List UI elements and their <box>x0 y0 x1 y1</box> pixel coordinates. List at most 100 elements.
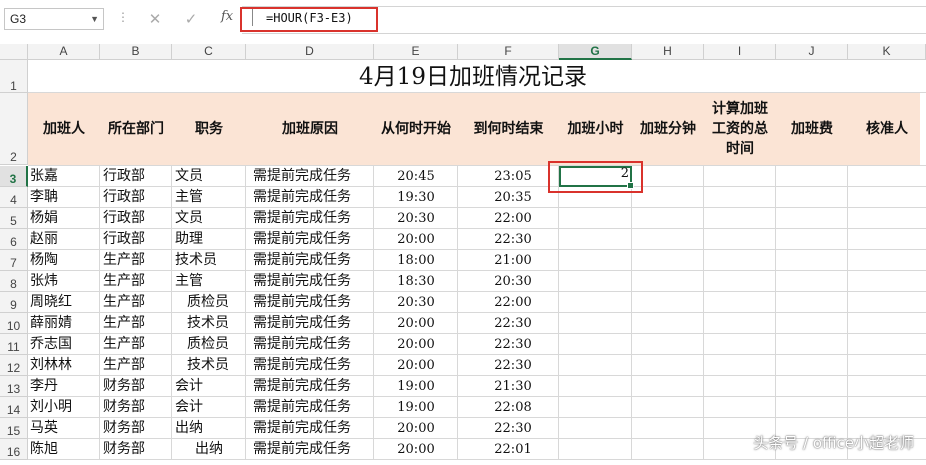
row-header-12[interactable]: 12 <box>0 355 28 376</box>
cell-end-time[interactable]: 22:01 <box>471 439 555 460</box>
cell-name[interactable]: 周晓红 <box>30 292 72 313</box>
row-header-14[interactable]: 14 <box>0 397 28 418</box>
cell-title[interactable]: 主管 <box>175 187 203 208</box>
cell-start-time[interactable]: 20:00 <box>374 313 458 334</box>
cell-name[interactable]: 赵丽 <box>30 229 58 250</box>
cell-reason[interactable]: 需提前完成任务 <box>253 334 351 355</box>
column-header-j[interactable]: J <box>776 44 848 60</box>
cell-name[interactable]: 乔志国 <box>30 334 72 355</box>
row-header-6[interactable]: 6 <box>0 229 28 250</box>
cell-reason[interactable]: 需提前完成任务 <box>253 355 351 376</box>
header-cell-c[interactable]: 职务 <box>172 93 246 165</box>
cell-end-time[interactable]: 22:30 <box>471 334 555 355</box>
cell-name[interactable]: 刘小明 <box>30 397 72 418</box>
cell-start-time[interactable]: 20:00 <box>374 355 458 376</box>
cell-title[interactable]: 出纳 <box>195 439 223 460</box>
cell-start-time[interactable]: 19:00 <box>374 397 458 418</box>
cell-start-time[interactable]: 20:00 <box>374 439 458 460</box>
name-box-dropdown-icon[interactable]: ▼ <box>90 9 99 29</box>
cell-title[interactable]: 质检员 <box>187 292 229 313</box>
header-cell-g[interactable]: 加班小时 <box>559 93 632 165</box>
cell-name[interactable]: 杨娟 <box>30 208 58 229</box>
column-header-b[interactable]: B <box>100 44 172 60</box>
row-header-2[interactable]: 2 <box>0 93 28 165</box>
cell-name[interactable]: 马英 <box>30 418 58 439</box>
column-header-c[interactable]: C <box>172 44 246 60</box>
cell-start-time[interactable]: 20:00 <box>374 418 458 439</box>
row-header-3[interactable]: 3 <box>0 166 28 187</box>
row-header-5[interactable]: 5 <box>0 208 28 229</box>
row-header-16[interactable]: 16 <box>0 439 28 460</box>
cell-name[interactable]: 李聃 <box>30 187 58 208</box>
cell-dept[interactable]: 行政部 <box>103 187 145 208</box>
cell-title[interactable]: 文员 <box>175 208 203 229</box>
cell-dept[interactable]: 财务部 <box>103 439 145 460</box>
cell-end-time[interactable]: 23:05 <box>471 166 555 187</box>
cell-end-time[interactable]: 22:08 <box>471 397 555 418</box>
cell-dept[interactable]: 生产部 <box>103 334 145 355</box>
cell-reason[interactable]: 需提前完成任务 <box>253 250 351 271</box>
cell-start-time[interactable]: 20:00 <box>374 229 458 250</box>
cell-name[interactable]: 陈旭 <box>30 439 58 460</box>
cell-start-time[interactable]: 18:00 <box>374 250 458 271</box>
cell-reason[interactable]: 需提前完成任务 <box>253 418 351 439</box>
cell-start-time[interactable]: 20:30 <box>374 208 458 229</box>
header-cell-k[interactable]: 核准人 <box>848 93 926 165</box>
header-cell-e[interactable]: 从何时开始 <box>374 93 458 165</box>
cell-name[interactable]: 刘林林 <box>30 355 72 376</box>
cancel-icon[interactable]: ✕ <box>145 9 165 29</box>
header-cell-i[interactable]: 计算加班工资的总时间 <box>704 93 776 165</box>
column-header-a[interactable]: A <box>28 44 100 60</box>
column-header-i[interactable]: I <box>704 44 776 60</box>
row-header-13[interactable]: 13 <box>0 376 28 397</box>
header-cell-d[interactable]: 加班原因 <box>246 93 374 165</box>
cell-title[interactable]: 技术员 <box>175 250 217 271</box>
cell-reason[interactable]: 需提前完成任务 <box>253 376 351 397</box>
cell-title[interactable]: 文员 <box>175 166 203 187</box>
row-header-15[interactable]: 15 <box>0 418 28 439</box>
cell-end-time[interactable]: 22:30 <box>471 355 555 376</box>
cell-start-time[interactable]: 20:30 <box>374 292 458 313</box>
cell-title[interactable]: 主管 <box>175 271 203 292</box>
column-header-d[interactable]: D <box>246 44 374 60</box>
cell-reason[interactable]: 需提前完成任务 <box>253 313 351 334</box>
cell-end-time[interactable]: 21:00 <box>471 250 555 271</box>
cell-end-time[interactable]: 22:30 <box>471 313 555 334</box>
cell-dept[interactable]: 行政部 <box>103 208 145 229</box>
cell-end-time[interactable]: 20:30 <box>471 271 555 292</box>
row-header-4[interactable]: 4 <box>0 187 28 208</box>
cell-title[interactable]: 质检员 <box>187 334 229 355</box>
sheet-title[interactable]: 4月19日加班情况记录 <box>28 60 918 93</box>
cell-dept[interactable]: 行政部 <box>103 166 145 187</box>
cell-start-time[interactable]: 19:30 <box>374 187 458 208</box>
cell-title[interactable]: 出纳 <box>175 418 203 439</box>
row-header-8[interactable]: 8 <box>0 271 28 292</box>
cell-dept[interactable]: 财务部 <box>103 376 145 397</box>
cell-reason[interactable]: 需提前完成任务 <box>253 229 351 250</box>
cell-name[interactable]: 杨陶 <box>30 250 58 271</box>
cell-end-time[interactable]: 22:00 <box>471 292 555 313</box>
cell-name[interactable]: 张嘉 <box>30 166 58 187</box>
cell-title[interactable]: 技术员 <box>187 313 229 334</box>
cell-dept[interactable]: 财务部 <box>103 397 145 418</box>
cell-dept[interactable]: 生产部 <box>103 313 145 334</box>
enter-check-icon[interactable]: ✓ <box>181 9 201 29</box>
name-box[interactable]: G3 ▼ <box>4 8 104 30</box>
cell-title[interactable]: 会计 <box>175 397 203 418</box>
insert-function-icon[interactable]: fx <box>221 9 233 24</box>
cell-reason[interactable]: 需提前完成任务 <box>253 166 351 187</box>
cell-name[interactable]: 李丹 <box>30 376 58 397</box>
cell-dept[interactable]: 财务部 <box>103 418 145 439</box>
cell-reason[interactable]: 需提前完成任务 <box>253 187 351 208</box>
cell-end-time[interactable]: 22:00 <box>471 208 555 229</box>
column-header-e[interactable]: E <box>374 44 458 60</box>
cell-dept[interactable]: 生产部 <box>103 355 145 376</box>
cell-reason[interactable]: 需提前完成任务 <box>253 271 351 292</box>
cell-title[interactable]: 会计 <box>175 376 203 397</box>
header-cell-a[interactable]: 加班人 <box>28 93 100 165</box>
cell-dept[interactable]: 生产部 <box>103 250 145 271</box>
cell-start-time[interactable]: 18:30 <box>374 271 458 292</box>
row-header-7[interactable]: 7 <box>0 250 28 271</box>
cell-title[interactable]: 助理 <box>175 229 203 250</box>
cell-dept[interactable]: 生产部 <box>103 292 145 313</box>
